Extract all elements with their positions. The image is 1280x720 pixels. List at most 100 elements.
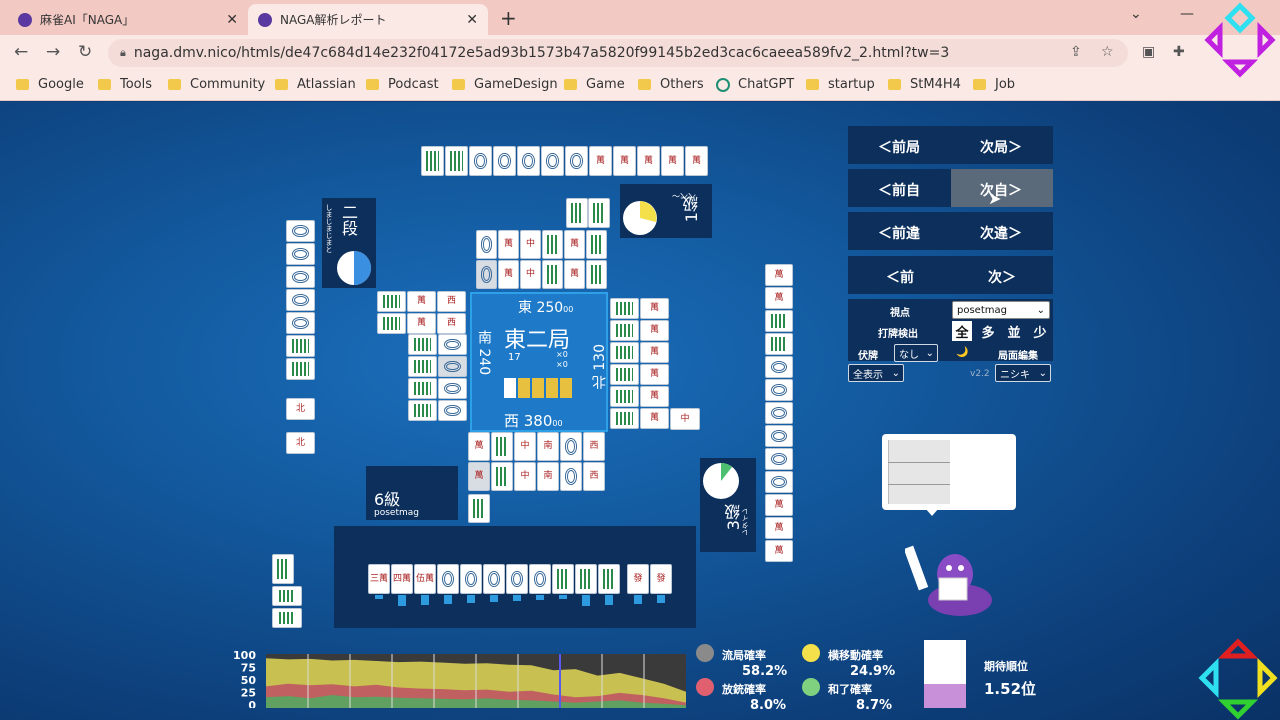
bookmark-community[interactable]: Community: [168, 77, 265, 92]
new-tab-button[interactable]: +: [500, 6, 517, 30]
discard-many-option[interactable]: 多: [978, 321, 998, 341]
minimize-icon[interactable]: —: [1180, 6, 1194, 22]
folder-icon: [638, 79, 651, 90]
hand-tile[interactable]: [575, 564, 597, 594]
hand-tile[interactable]: 伍萬: [414, 564, 436, 594]
bookmark-startup[interactable]: startup: [806, 77, 875, 92]
puzzle-icon[interactable]: ✚: [1173, 44, 1185, 60]
honba-stick-count: ×0: [556, 360, 568, 369]
viewpoint-select[interactable]: posetmag ⌄: [952, 301, 1050, 319]
mahjong-tile: [542, 230, 563, 259]
folder-icon: [275, 79, 288, 90]
mahjong-tile: [286, 358, 315, 380]
moon-icon[interactable]: 🌙: [956, 347, 968, 358]
share-icon[interactable]: ⇪: [1070, 44, 1082, 60]
hand-tile[interactable]: 四萬: [391, 564, 413, 594]
bookmark-star-icon[interactable]: ☆: [1101, 44, 1114, 60]
prev-button[interactable]: ＜前: [886, 267, 914, 287]
evaluation-bar: [467, 595, 475, 603]
mahjong-tile: [765, 471, 793, 493]
folder-icon: [564, 79, 577, 90]
mahjong-tile: 萬: [468, 432, 490, 461]
naga-speech-bubble: [882, 434, 1016, 510]
display-select[interactable]: 全表示 ⌄: [848, 364, 904, 382]
bookmark-game[interactable]: Game: [564, 77, 625, 92]
prev-diff-button[interactable]: ＜前違: [878, 223, 920, 243]
mahjong-tile: [408, 334, 437, 355]
model-select[interactable]: ニシキ ⌄: [995, 364, 1051, 382]
discard-few-option[interactable]: 少: [1030, 321, 1050, 341]
mahjong-tile: 北: [286, 398, 315, 420]
bookmark-atlassian[interactable]: Atlassian: [275, 77, 356, 92]
evaluation-bar: [444, 595, 452, 604]
bookmark-google[interactable]: Google: [16, 77, 84, 92]
hand-tile[interactable]: 發: [650, 564, 672, 594]
bookmark-stm4h4[interactable]: StM4H4: [888, 77, 961, 92]
bookmark-gamedesign[interactable]: GameDesign: [452, 77, 558, 92]
top-player-panel: 1級 ぺぺ〜: [620, 184, 712, 238]
mahjong-tile: 西: [583, 432, 605, 461]
hand-tile[interactable]: [598, 564, 620, 594]
hidden-select[interactable]: なし ⌄: [894, 344, 938, 362]
hand-tile[interactable]: 發: [627, 564, 649, 594]
mahjong-tile: [408, 400, 437, 421]
reload-icon[interactable]: ↻: [78, 42, 92, 62]
bookmark-label: Atlassian: [297, 77, 356, 92]
address-bar[interactable]: 🔒︎ naga.dmv.nico/htmls/de47c684d14e232f0…: [108, 39, 1128, 67]
next-round-button[interactable]: 次局＞: [980, 137, 1022, 157]
mahjong-tile: [610, 386, 639, 407]
close-tab-icon[interactable]: ✕: [466, 12, 478, 28]
agari-value: 8.7%: [856, 698, 893, 713]
tab-naga-ai[interactable]: 麻雀AI「NAGA」 ✕: [8, 4, 248, 35]
mahjong-tile: 中: [670, 408, 700, 430]
extension-icon[interactable]: ▣: [1142, 44, 1155, 60]
hand-tile[interactable]: [460, 564, 482, 594]
next-button[interactable]: 次＞: [988, 267, 1016, 287]
hand-tile[interactable]: [437, 564, 459, 594]
tab-naga-report[interactable]: NAGA解析レポート ✕: [248, 4, 488, 35]
prev-round-button[interactable]: ＜前局: [878, 137, 920, 157]
chart-y-tick: 0: [248, 699, 256, 708]
mahjong-tile: 西: [583, 462, 605, 491]
hand-tile[interactable]: [506, 564, 528, 594]
discard-all-option[interactable]: 全: [952, 321, 972, 341]
hand-tile[interactable]: [529, 564, 551, 594]
edit-position-button[interactable]: 局面編集: [998, 347, 1038, 362]
bookmark-others[interactable]: Others: [638, 77, 704, 92]
mahjong-tile: [586, 230, 607, 259]
houju-label: 放銃確率: [722, 683, 766, 696]
hand-tile[interactable]: [483, 564, 505, 594]
discard-normal-option[interactable]: 並: [1004, 321, 1024, 341]
honba-count: 17: [508, 352, 521, 363]
mahjong-tile: 萬: [640, 298, 669, 319]
mahjong-tile: 萬: [589, 146, 612, 176]
tab-search-chevron-icon[interactable]: ⌄: [1130, 6, 1142, 22]
mahjong-tile: [286, 312, 315, 334]
bookmark-tools[interactable]: Tools: [98, 77, 152, 92]
folder-icon: [16, 79, 29, 90]
mahjong-tile: [272, 554, 294, 584]
prev-self-button[interactable]: ＜前自: [878, 180, 920, 200]
viewpoint-label: 視点: [890, 308, 910, 319]
west-score: 西 38000: [504, 412, 563, 430]
bookmark-podcast[interactable]: Podcast: [366, 77, 439, 92]
close-tab-icon[interactable]: ✕: [226, 12, 238, 28]
mahjong-tile: 萬: [765, 287, 793, 309]
bookmark-chatgpt[interactable]: ChatGPT: [716, 77, 794, 92]
mahjong-tile: 南: [537, 432, 559, 461]
mahjong-tile: [588, 198, 610, 228]
hand-tile[interactable]: [552, 564, 574, 594]
mahjong-tile: [560, 432, 582, 461]
discard-detect-label: 打牌検出: [878, 329, 918, 340]
mahjong-tile: 萬: [564, 230, 585, 259]
mahjong-tile: [765, 379, 793, 401]
evaluation-bar: [490, 595, 498, 602]
hand-tile[interactable]: 三萬: [368, 564, 390, 594]
next-diff-button[interactable]: 次違＞: [980, 223, 1022, 243]
bookmark-job[interactable]: Job: [973, 77, 1015, 92]
round-nav: ＜前局 次局＞: [848, 126, 1053, 164]
back-arrow-icon[interactable]: ←: [14, 42, 28, 62]
top-player-name: ぺぺ〜: [672, 191, 696, 200]
yokoido-value: 24.9%: [850, 664, 896, 679]
forward-arrow-icon[interactable]: →: [46, 42, 60, 62]
